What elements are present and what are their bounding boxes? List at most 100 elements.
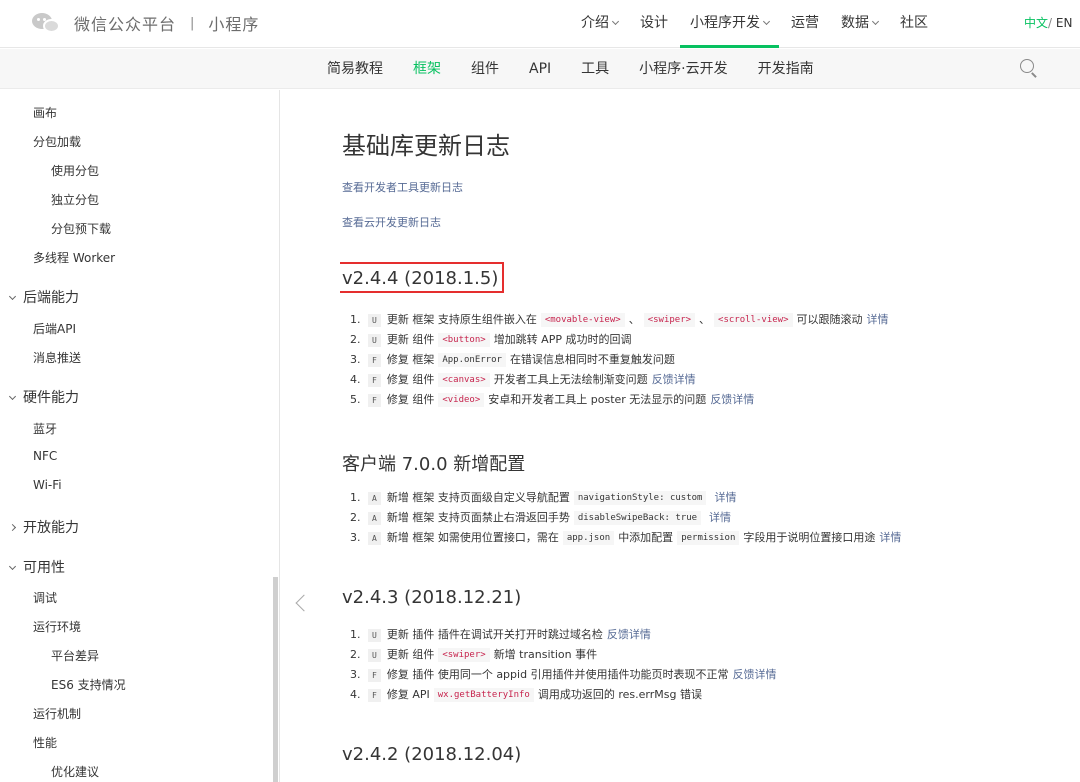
top-header: 微信公众平台 | 小程序 介绍 设计 小程序开发 运营 数据 社区 中文/ EN xyxy=(0,0,1080,48)
detail-link[interactable]: 详情 xyxy=(867,310,889,330)
sidebar-item[interactable]: 蓝牙 xyxy=(33,420,57,437)
collapse-sidebar-chevron-left-icon[interactable] xyxy=(295,594,313,612)
inline-code: <video> xyxy=(438,393,485,407)
sub-nav-item[interactable]: 框架 xyxy=(403,49,451,89)
top-nav: 介绍 设计 小程序开发 运营 数据 社区 xyxy=(570,0,939,48)
inline-code: disableSwipeBack: true xyxy=(573,511,702,525)
sidebar-item[interactable]: ES6 支持情况 xyxy=(51,676,126,693)
wechat-logo-icon xyxy=(32,11,62,35)
sidebar-item[interactable]: 画布 xyxy=(33,104,57,121)
sidebar-item[interactable]: 运行机制 xyxy=(33,705,81,722)
sub-nav: 简易教程 框架 组件 API 工具 小程序·云开发 开发指南 xyxy=(0,49,1080,89)
item-number: 3. xyxy=(350,531,361,544)
sidebar-item-label: NFC xyxy=(33,449,58,463)
detail-link[interactable]: 反馈详情 xyxy=(733,665,777,685)
brand-product: 小程序 xyxy=(208,15,260,34)
item-number: 1. xyxy=(350,628,361,641)
sidebar-item-label: 蓝牙 xyxy=(33,422,58,436)
top-nav-item[interactable]: 社区 xyxy=(890,0,938,48)
change-type-badge: F xyxy=(368,373,381,387)
item-text: 新增 框架 如需使用位置接口，需在 xyxy=(386,531,559,544)
sidebar-item[interactable]: Wi-Fi xyxy=(33,478,62,492)
sidebar-item[interactable]: 独立分包 xyxy=(51,191,99,208)
top-nav-item[interactable]: 小程序开发 xyxy=(680,0,779,48)
sidebar-item[interactable]: 可用性 xyxy=(8,557,65,577)
top-nav-item[interactable]: 介绍 xyxy=(571,0,628,48)
chevron-down-icon xyxy=(8,562,17,571)
detail-link[interactable]: 反馈详情 xyxy=(652,370,696,390)
item-text: 安卓和开发者工具上 poster 无法显示的问题 xyxy=(488,393,707,406)
top-nav-item[interactable]: 数据 xyxy=(831,0,888,48)
lang-zh[interactable]: 中文 xyxy=(1024,16,1048,30)
cloud-changelog-link[interactable]: 查看云开发更新日志 xyxy=(342,214,441,230)
sidebar-item[interactable]: 多线程 Worker xyxy=(33,249,115,266)
item-text: 修复 框架 xyxy=(386,353,435,366)
sidebar-item[interactable]: 调试 xyxy=(33,589,57,606)
sidebar-item[interactable]: 优化建议 xyxy=(51,763,99,780)
sub-nav-item[interactable]: 工具 xyxy=(571,49,619,89)
sidebar-item[interactable]: 分包加载 xyxy=(33,133,81,150)
sidebar-item[interactable]: 运行环境 xyxy=(33,618,81,635)
sidebar-item[interactable]: 后端API xyxy=(33,320,76,337)
inline-code: <canvas> xyxy=(438,373,490,387)
detail-link[interactable]: 详情 xyxy=(714,488,736,508)
sidebar-item[interactable]: NFC xyxy=(33,449,57,463)
sidebar-item-label: 画布 xyxy=(33,106,58,120)
detail-link[interactable]: 反馈详情 xyxy=(710,390,754,410)
sidebar-item[interactable]: 后端能力 xyxy=(8,287,79,307)
search-icon[interactable] xyxy=(1020,59,1038,78)
item-text: 新增 transition 事件 xyxy=(493,648,598,661)
top-nav-label: 小程序开发 xyxy=(690,15,760,31)
item-text: 中添加配置 xyxy=(618,531,674,544)
item-text: 新增 框架 支持页面级自定义导航配置 xyxy=(386,491,570,504)
sub-nav-item[interactable]: 小程序·云开发 xyxy=(629,49,737,89)
item-text: 修复 插件 使用同一个 appid 引用插件并使用插件功能页时表现不正常 xyxy=(386,668,729,681)
item-text: 更新 插件 插件在调试开关打开时跳过域名检 xyxy=(386,628,603,641)
inline-code: app.json xyxy=(562,531,615,545)
changelog-item: 1. A 新增 框架 支持页面级自定义导航配置 navigationStyle: cu… xyxy=(350,488,901,508)
change-type-badge: F xyxy=(368,393,381,407)
sidebar-item-label: 性能 xyxy=(33,736,58,750)
sidebar-item[interactable]: 消息推送 xyxy=(33,349,81,366)
item-number: 2. xyxy=(350,511,361,524)
item-text: 开发者工具上无法绘制渐变问题 xyxy=(493,373,648,386)
sub-nav-item[interactable]: API xyxy=(519,49,561,89)
main-content: 基础库更新日志 查看开发者工具更新日志 查看云开发更新日志 v2.4.4 (20… xyxy=(340,90,1080,782)
sidebar-item-label: 使用分包 xyxy=(51,164,100,178)
sub-nav-items: 简易教程 框架 组件 API 工具 小程序·云开发 开发指南 xyxy=(317,49,834,89)
item-text: 调用成功返回的 res.errMsg 错误 xyxy=(537,688,702,701)
inline-code: navigationStyle: custom xyxy=(573,491,707,505)
detail-link[interactable]: 详情 xyxy=(709,508,731,528)
sidebar-item[interactable]: 开放能力 xyxy=(8,517,79,537)
devtools-changelog-link[interactable]: 查看开发者工具更新日志 xyxy=(342,179,463,195)
item-number: 3. xyxy=(350,353,361,366)
inline-code: <scroll-view> xyxy=(714,313,793,327)
sidebar-item[interactable]: 使用分包 xyxy=(51,162,99,179)
sub-nav-item[interactable]: 开发指南 xyxy=(748,49,824,89)
sidebar-item[interactable]: 分包预下载 xyxy=(51,220,111,237)
page-title: 基础库更新日志 xyxy=(342,132,510,160)
sidebar-scrollbar[interactable] xyxy=(273,577,278,782)
top-nav-item[interactable]: 设计 xyxy=(630,0,678,48)
item-text: 可以跟随滚动 xyxy=(796,313,863,326)
section-title: v2.4.4 (2018.1.5) xyxy=(340,262,505,293)
sidebar-item-label: 多线程 Worker xyxy=(33,251,116,265)
sidebar-item[interactable]: 性能 xyxy=(33,734,57,751)
changelog-list: 1. A 新增 框架 支持页面级自定义导航配置 navigationStyle: cu… xyxy=(350,488,901,548)
sidebar-item-label: 独立分包 xyxy=(51,193,100,207)
brand[interactable]: 微信公众平台 | 小程序 xyxy=(32,9,259,37)
sidebar-item[interactable]: 平台差异 xyxy=(51,647,99,664)
detail-link[interactable]: 详情 xyxy=(879,528,901,548)
changelog-item: 4. F 修复 组件 <canvas> 开发者工具上无法绘制渐变问题 反馈详情 xyxy=(350,370,889,390)
brand-title: 微信公众平台 xyxy=(74,15,177,34)
sidebar-item[interactable]: 硬件能力 xyxy=(8,387,79,407)
sidebar-item-label: 运行机制 xyxy=(33,707,82,721)
detail-link[interactable]: 反馈详情 xyxy=(607,625,651,645)
top-nav-label: 设计 xyxy=(640,15,668,31)
sub-nav-item[interactable]: 组件 xyxy=(461,49,509,89)
lang-en[interactable]: EN xyxy=(1056,16,1073,30)
sub-nav-item[interactable]: 简易教程 xyxy=(317,49,393,89)
changelog-list: 1. U 更新 框架 支持原生组件嵌入在 <movable-view>、 <swiper… xyxy=(350,310,889,410)
inline-code: permission xyxy=(677,531,740,545)
top-nav-item[interactable]: 运营 xyxy=(781,0,829,48)
